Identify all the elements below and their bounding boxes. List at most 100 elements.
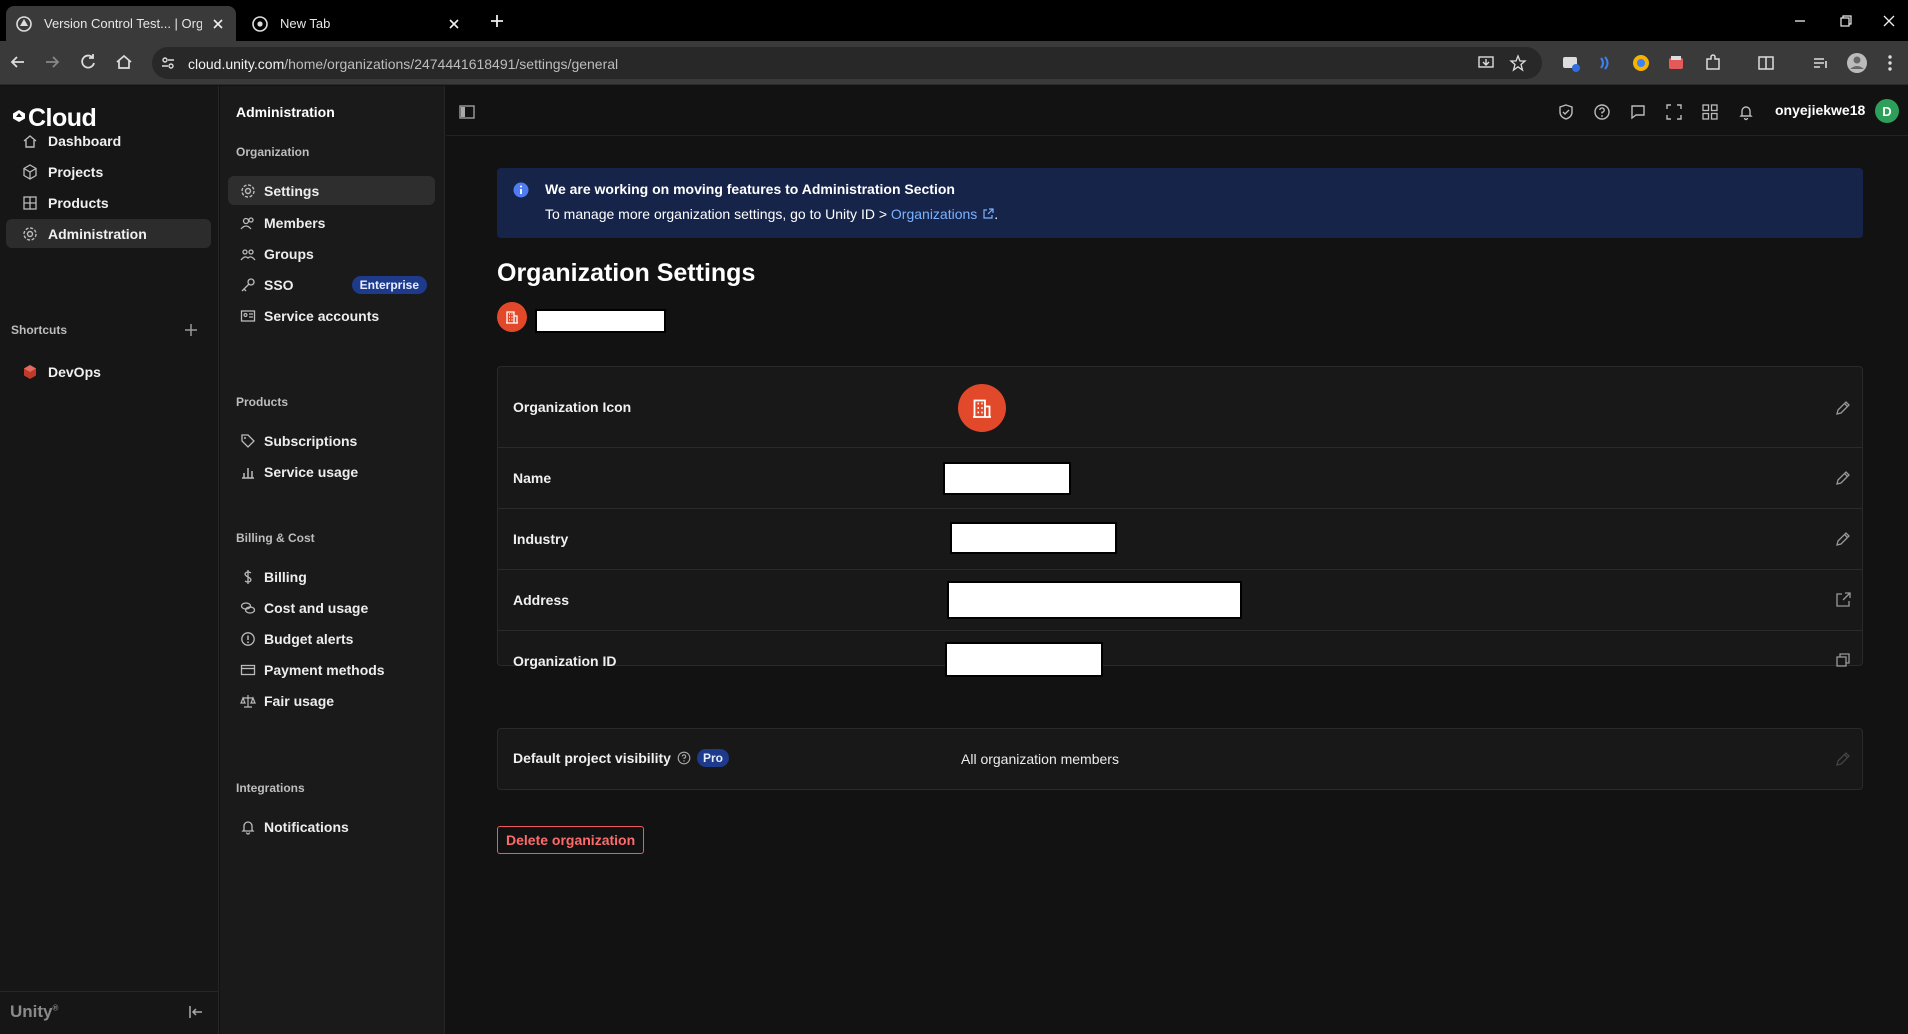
- subnav-item-groups[interactable]: Groups: [228, 239, 435, 268]
- primary-sidebar: Cloud Dashboard Projects Products Admini…: [0, 86, 219, 1034]
- credit-card-icon: [240, 664, 256, 675]
- minimize-icon[interactable]: [1791, 12, 1809, 30]
- page-title: Organization Settings: [497, 259, 756, 287]
- subnav-item-members[interactable]: Members: [228, 208, 435, 237]
- organizations-link[interactable]: Organizations: [891, 206, 994, 222]
- row-address: Address: [498, 570, 1862, 631]
- tab-active[interactable]: Version Control Test... | Organiz: [6, 6, 236, 41]
- row-organization-id: Organization ID: [498, 631, 1862, 677]
- profile-icon[interactable]: [1846, 52, 1868, 74]
- site-info-icon[interactable]: [160, 55, 176, 71]
- restore-icon[interactable]: [1837, 12, 1855, 30]
- tab-title: New Tab: [280, 16, 331, 31]
- notifications-bell-icon[interactable]: [1737, 103, 1755, 121]
- key-icon: [241, 277, 255, 291]
- subnav-label: Notifications: [264, 818, 349, 835]
- coins-icon: [240, 601, 256, 614]
- fullscreen-icon[interactable]: [1665, 103, 1683, 121]
- org-avatar-small: [497, 302, 527, 332]
- external-link-icon[interactable]: [1834, 591, 1852, 609]
- reading-list-icon[interactable]: [1811, 53, 1831, 73]
- apps-grid-icon[interactable]: [1701, 103, 1719, 121]
- bookmark-star-icon[interactable]: [1509, 54, 1527, 72]
- subnav-item-cost-and-usage[interactable]: Cost and usage: [228, 593, 435, 622]
- shield-check-icon[interactable]: [1557, 103, 1575, 121]
- chrome-icon: [252, 15, 268, 32]
- edit-pencil-icon[interactable]: [1834, 399, 1852, 417]
- shortcut-devops-item[interactable]: DevOps: [6, 357, 211, 386]
- shortcut-label: DevOps: [48, 363, 101, 380]
- home-icon: [23, 134, 37, 148]
- devops-icon: [24, 364, 36, 379]
- subnav-item-subscriptions[interactable]: Subscriptions: [228, 426, 435, 455]
- close-tab-icon[interactable]: [446, 16, 462, 32]
- delete-organization-button[interactable]: Delete organization: [497, 826, 645, 854]
- org-id-value-redacted: [945, 642, 1103, 677]
- extension-3-icon[interactable]: [1631, 53, 1651, 73]
- user-avatar[interactable]: D: [1875, 99, 1899, 123]
- tag-icon: [241, 433, 255, 448]
- subnav-label: Settings: [264, 182, 320, 199]
- nav-item-dashboard[interactable]: Dashboard: [6, 126, 211, 155]
- edit-pencil-icon[interactable]: [1834, 469, 1852, 487]
- extensions-puzzle-icon[interactable]: [1703, 53, 1723, 73]
- add-shortcut-plus-icon[interactable]: [183, 322, 199, 338]
- row-label: Organization Icon: [513, 399, 632, 415]
- new-tab-plus-icon[interactable]: [488, 12, 506, 30]
- users-icon: [240, 216, 254, 229]
- admin-sidebar-title: Administration: [236, 104, 335, 120]
- subnav-item-budget-alerts[interactable]: Budget alerts: [228, 624, 435, 653]
- extension-2-icon[interactable]: [1595, 53, 1615, 73]
- username[interactable]: onyejiekwe18: [1775, 102, 1865, 118]
- nav-item-label: Products: [48, 194, 109, 211]
- enterprise-badge: Enterprise: [351, 275, 427, 294]
- help-circle-icon[interactable]: [677, 751, 691, 765]
- browser-toolbar: cloud.unity.com/home/organizations/24744…: [0, 41, 1908, 85]
- install-app-icon[interactable]: [1477, 54, 1495, 72]
- browser-menu-icon[interactable]: [1884, 53, 1896, 73]
- subnav-item-service-accounts[interactable]: Service accounts: [228, 301, 435, 330]
- subnav-label: Fair usage: [264, 692, 335, 709]
- subnav-label: Billing: [264, 568, 307, 585]
- help-icon[interactable]: [1593, 103, 1611, 121]
- collapse-sidebar-icon[interactable]: [188, 1004, 204, 1020]
- edit-pencil-icon[interactable]: [1834, 530, 1852, 548]
- close-tab-icon[interactable]: [210, 16, 226, 32]
- toggle-panel-icon[interactable]: [458, 103, 476, 121]
- subnav-item-fair-usage[interactable]: Fair usage: [228, 686, 435, 715]
- name-value-redacted: [943, 462, 1071, 495]
- back-icon[interactable]: [8, 52, 28, 72]
- extension-4-icon[interactable]: [1666, 53, 1686, 73]
- subnav-item-notifications[interactable]: Notifications: [228, 812, 435, 841]
- nav-item-projects[interactable]: Projects: [6, 157, 211, 186]
- forward-icon[interactable]: [42, 52, 62, 72]
- subnav-item-payment-methods[interactable]: Payment methods: [228, 655, 435, 684]
- chat-icon[interactable]: [1629, 103, 1647, 121]
- unity-favicon-icon: [16, 15, 32, 32]
- subnav-label: Members: [264, 214, 326, 231]
- alert-circle-icon: [241, 631, 255, 646]
- shortcut-devops[interactable]: [6, 287, 211, 316]
- row-organization-icon: Organization Icon: [498, 367, 1862, 448]
- subnav-item-billing[interactable]: Billing: [228, 562, 435, 591]
- extension-1-icon[interactable]: [1561, 53, 1581, 73]
- close-window-icon[interactable]: [1880, 12, 1898, 30]
- section-organization: Organization: [236, 145, 310, 159]
- building-icon: [506, 311, 518, 324]
- bar-chart-icon: [242, 467, 254, 479]
- home-browser-icon[interactable]: [114, 52, 134, 72]
- subnav-label: Service accounts: [264, 307, 380, 324]
- copy-icon[interactable]: [1834, 651, 1852, 669]
- subnav-label: Cost and usage: [264, 599, 369, 616]
- reload-icon[interactable]: [78, 52, 98, 72]
- nav-item-products[interactable]: Products: [6, 188, 211, 217]
- subnav-item-sso[interactable]: SSO Enterprise: [228, 270, 435, 299]
- visibility-card: Default project visibility Pro All organ…: [497, 728, 1863, 790]
- nav-item-administration[interactable]: Administration: [6, 219, 211, 248]
- split-view-icon[interactable]: [1756, 53, 1776, 73]
- external-link-icon: [983, 208, 994, 219]
- subnav-item-settings[interactable]: Settings: [228, 176, 435, 205]
- subnav-item-service-usage[interactable]: Service usage: [228, 457, 435, 486]
- org-name-redacted: [535, 309, 666, 333]
- tab-new-tab[interactable]: New Tab: [242, 6, 472, 41]
